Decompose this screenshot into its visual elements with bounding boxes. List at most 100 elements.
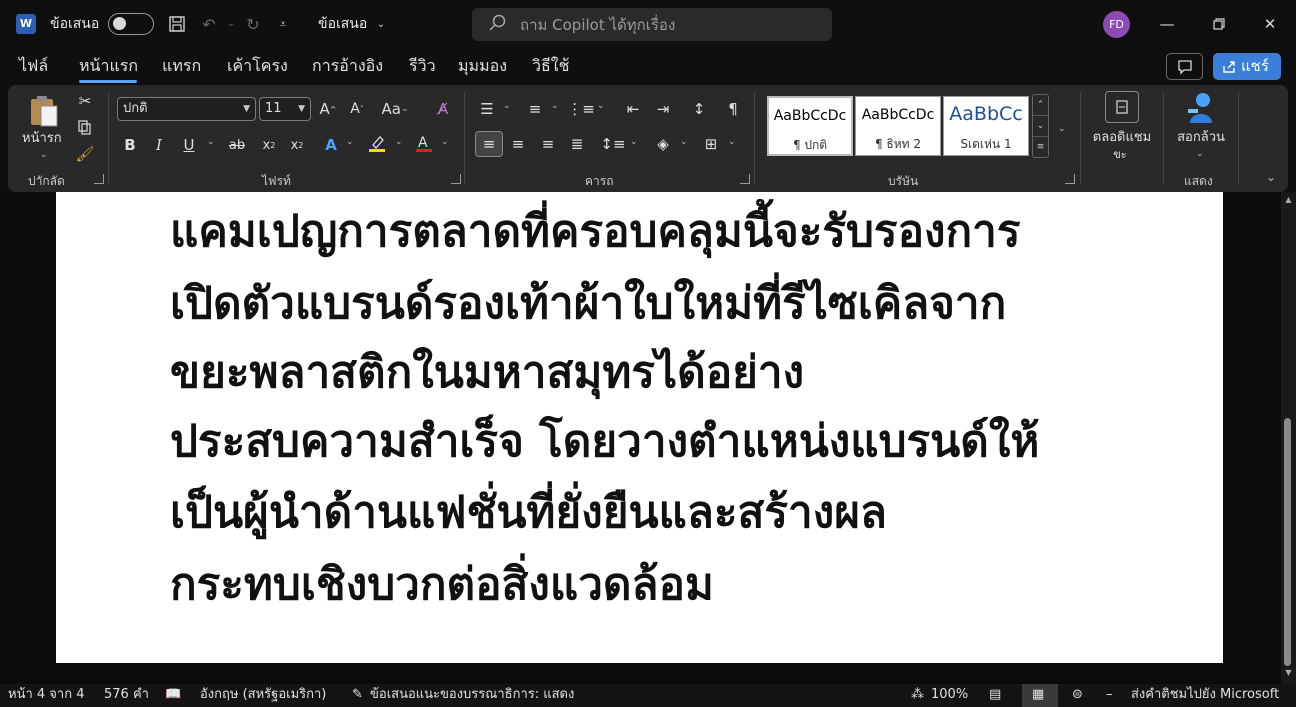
tab-file[interactable]: ไฟล์: [19, 54, 48, 78]
doc-name-dropdown-icon[interactable]: ⌄: [370, 13, 392, 35]
paste-label[interactable]: หน้ารก: [22, 131, 62, 147]
comments-button[interactable]: [1166, 53, 1203, 80]
numbering-icon[interactable]: ≡: [522, 97, 548, 121]
tab-review[interactable]: รีวิว: [409, 54, 436, 78]
multilevel-list-icon[interactable]: ⋮≡: [567, 97, 595, 121]
editor-suggestions[interactable]: ข้อเสนอแนะของบรรณาธิการ: แสดง: [370, 686, 574, 704]
font-launcher-icon[interactable]: [451, 174, 461, 184]
font-size-select[interactable]: 11 ▼: [259, 97, 311, 121]
subscript-icon[interactable]: x2: [256, 133, 282, 157]
change-case-button[interactable]: Aa ⌄: [380, 97, 410, 121]
styles-more-icon[interactable]: ≡: [1033, 136, 1048, 157]
copy-icon[interactable]: [72, 116, 98, 140]
align-left-icon[interactable]: ≡: [475, 131, 503, 157]
focus-icon[interactable]: ⁂: [911, 686, 924, 704]
proofing-icon[interactable]: 📖: [165, 686, 181, 704]
text-effects-dropdown-icon[interactable]: ⌄: [346, 137, 354, 147]
numbering-dropdown-icon[interactable]: ⌄: [551, 101, 559, 111]
align-right-icon[interactable]: ≡: [535, 132, 561, 156]
page-count[interactable]: หน้า 4 จาก 4: [8, 686, 84, 704]
grow-font-icon[interactable]: A ^: [315, 97, 341, 121]
multilevel-dropdown-icon[interactable]: ⌄: [597, 101, 605, 111]
tab-view[interactable]: มุมมอง: [458, 54, 507, 78]
language-indicator[interactable]: อังกฤษ (สหรัฐอเมริกา): [200, 686, 326, 704]
show-marks-icon[interactable]: ¶: [720, 97, 746, 121]
zoom-out-icon[interactable]: –: [1106, 686, 1113, 704]
increase-indent-icon[interactable]: ⇥: [650, 97, 676, 121]
restore-icon[interactable]: [1204, 10, 1234, 38]
dictate-label[interactable]: ตลอดิแชม: [1090, 130, 1154, 146]
read-mode-icon[interactable]: ▤: [989, 686, 1001, 704]
style-normal[interactable]: AaBbCcDc ¶ ปกติ: [767, 96, 853, 156]
scroll-up-icon[interactable]: ▲: [1283, 195, 1294, 204]
addins-icon[interactable]: [1186, 91, 1216, 129]
document-name[interactable]: ข้อเสนอ: [318, 14, 367, 34]
addins-dropdown-icon[interactable]: ⌄: [1196, 149, 1204, 159]
zoom-level[interactable]: 100%: [931, 686, 968, 704]
user-avatar[interactable]: FD: [1103, 11, 1130, 38]
paragraph-launcher-icon[interactable]: [740, 174, 750, 184]
bullets-dropdown-icon[interactable]: ⌄: [503, 101, 511, 111]
sort-icon[interactable]: ↕: [686, 97, 712, 121]
shading-icon[interactable]: ◈: [650, 132, 676, 156]
font-color-icon[interactable]: A: [411, 131, 437, 155]
styles-up-icon[interactable]: ⌃: [1033, 95, 1048, 115]
styles-expand-icon[interactable]: ⌄: [1058, 124, 1066, 134]
redo-icon[interactable]: ↻: [242, 13, 264, 35]
share-button[interactable]: แชร์: [1213, 53, 1281, 80]
shrink-font-icon[interactable]: Aˇ: [344, 97, 370, 121]
styles-launcher-icon[interactable]: [1065, 174, 1075, 184]
web-layout-icon[interactable]: ⊜: [1072, 686, 1083, 704]
line-spacing-dropdown-icon[interactable]: ⌄: [630, 137, 638, 147]
style-heading-2[interactable]: AaBbCcDc ¶ ธิหท 2: [855, 96, 941, 156]
clear-formatting-icon[interactable]: A̸: [430, 97, 456, 121]
superscript-icon[interactable]: x2: [284, 133, 310, 157]
group-separator: [464, 92, 465, 184]
tab-layout[interactable]: เค้าโครง: [227, 54, 288, 78]
underline-icon[interactable]: U: [176, 133, 202, 157]
text-effects-icon[interactable]: A: [318, 133, 344, 157]
strikethrough-icon[interactable]: ab: [224, 133, 250, 157]
addins-label[interactable]: สอกล้วน: [1172, 130, 1230, 146]
underline-dropdown-icon[interactable]: ⌄: [207, 137, 215, 147]
word-count[interactable]: 576 คำ: [104, 686, 149, 704]
font-name-select[interactable]: ปกติ ▼: [117, 97, 256, 121]
undo-dropdown-icon[interactable]: ⌄: [220, 13, 242, 35]
bold-icon[interactable]: B: [117, 133, 143, 157]
scrollbar-thumb[interactable]: [1284, 418, 1291, 666]
align-center-icon[interactable]: ≡: [505, 132, 531, 156]
cut-icon[interactable]: ✂: [72, 89, 98, 113]
save-icon[interactable]: [166, 13, 188, 35]
highlight-dropdown-icon[interactable]: ⌄: [395, 137, 403, 147]
dictate-icon[interactable]: [1105, 91, 1139, 123]
highlight-icon[interactable]: [364, 131, 390, 155]
feedback-link[interactable]: ส่งคำติชมไปยัง Microsoft: [1131, 686, 1279, 704]
close-icon[interactable]: ✕: [1255, 10, 1285, 38]
shading-dropdown-icon[interactable]: ⌄: [680, 137, 688, 147]
italic-icon[interactable]: I: [146, 133, 172, 157]
minimize-icon[interactable]: —: [1152, 10, 1182, 38]
styles-scroller[interactable]: ⌃ ⌄ ≡: [1032, 94, 1049, 158]
tab-home[interactable]: หน้าแรก: [79, 54, 138, 78]
format-painter-icon[interactable]: 🖌: [72, 142, 98, 166]
styles-down-icon[interactable]: ⌄: [1033, 115, 1048, 136]
font-color-dropdown-icon[interactable]: ⌄: [441, 137, 449, 147]
customize-toolbar-icon[interactable]: ⩡: [272, 13, 294, 35]
style-title[interactable]: AaBbCc Sเดเห่น 1: [943, 96, 1029, 156]
justify-icon[interactable]: ≣: [564, 132, 590, 156]
borders-dropdown-icon[interactable]: ⌄: [728, 137, 736, 147]
line-spacing-icon[interactable]: ↕≡: [600, 132, 626, 156]
autosave-toggle[interactable]: [108, 13, 154, 35]
tab-help[interactable]: วิธีใช้: [532, 54, 569, 78]
clipboard-launcher-icon[interactable]: [94, 174, 104, 184]
undo-icon[interactable]: ↶: [198, 13, 220, 35]
tab-insert[interactable]: แทรก: [162, 54, 201, 78]
decrease-indent-icon[interactable]: ⇤: [620, 97, 646, 121]
paste-dropdown-icon[interactable]: ⌄: [40, 150, 48, 160]
ribbon-collapse-icon[interactable]: ⌄: [1266, 170, 1276, 184]
borders-icon[interactable]: ⊞: [698, 132, 724, 156]
paste-icon[interactable]: [27, 94, 61, 132]
scroll-down-icon[interactable]: ▼: [1283, 668, 1294, 677]
bullets-icon[interactable]: ☰: [474, 97, 500, 121]
tab-references[interactable]: การอ้างอิง: [312, 54, 383, 78]
